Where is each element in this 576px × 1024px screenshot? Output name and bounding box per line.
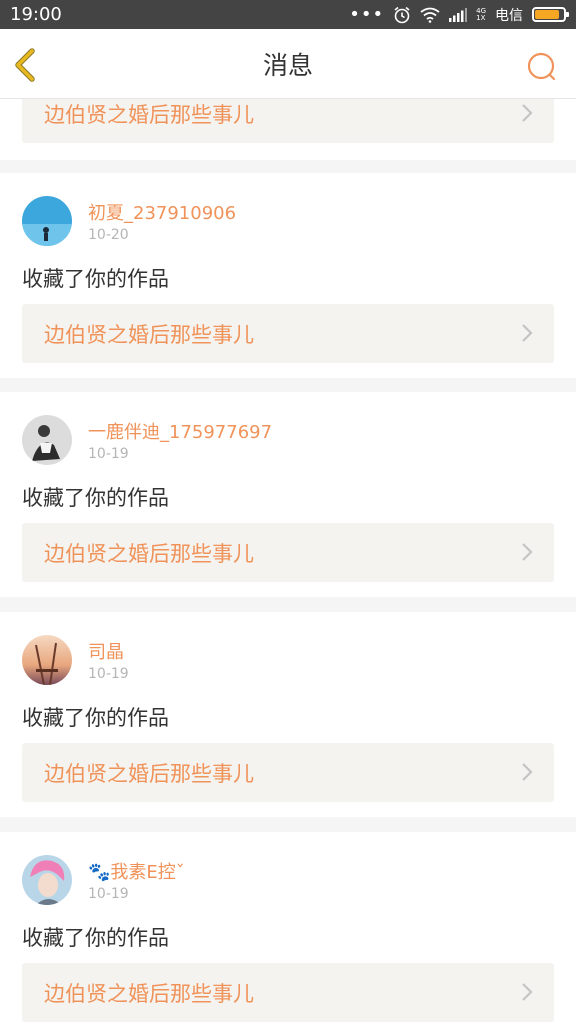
action-text: 收藏了你的作品: [22, 267, 169, 291]
notification-card-partial: 边伯贤之婚后那些事儿: [0, 99, 576, 160]
network-type-bottom: 1X: [476, 13, 486, 22]
network-type-label: 4G 1X: [476, 7, 486, 22]
work-title: 边伯贤之婚后那些事儿: [44, 102, 254, 127]
battery-icon: [532, 7, 569, 22]
chevron-right-icon: [522, 104, 533, 122]
work-link[interactable]: 边伯贤之婚后那些事儿: [22, 304, 554, 363]
work-title: 边伯贤之婚后那些事儿: [44, 981, 254, 1006]
work-link[interactable]: 边伯贤之婚后那些事儿: [22, 963, 554, 1022]
work-title: 边伯贤之婚后那些事儿: [44, 541, 254, 566]
notification-card: 初夏_237910906 10-20 收藏了你的作品 边伯贤之婚后那些事儿: [0, 173, 576, 378]
notification-card: 一鹿伴迪_175977697 10-19 收藏了你的作品 边伯贤之婚后那些事儿: [0, 392, 576, 597]
work-title: 边伯贤之婚后那些事儿: [44, 761, 254, 786]
chevron-right-icon: [522, 983, 533, 1001]
wifi-icon: [420, 7, 440, 23]
signal-icon: [449, 7, 468, 22]
page-title: 消息: [262, 50, 313, 80]
avatar[interactable]: [22, 635, 72, 685]
date: 10-19: [88, 666, 129, 682]
status-bar: 19:00 ••• 4G 1X 电信: [0, 0, 576, 29]
notification-card: 司晶 10-19 收藏了你的作品 边伯贤之婚后那些事儿: [0, 612, 576, 817]
action-text: 收藏了你的作品: [22, 926, 169, 950]
avatar[interactable]: [22, 415, 72, 465]
app-header: 消息: [0, 29, 576, 99]
more-dots-icon: •••: [349, 3, 385, 25]
work-title: 边伯贤之婚后那些事儿: [44, 322, 254, 347]
carrier-label: 电信: [495, 7, 523, 24]
date: 10-20: [88, 227, 129, 243]
username[interactable]: 初夏_237910906: [88, 199, 236, 225]
status-time: 19:00: [10, 4, 62, 25]
action-text: 收藏了你的作品: [22, 706, 169, 730]
username[interactable]: 一鹿伴迪_175977697: [88, 418, 272, 444]
date: 10-19: [88, 886, 129, 902]
username[interactable]: 司晶: [88, 638, 124, 664]
message-list: 边伯贤之婚后那些事儿 初夏_237910906 10-20 收藏了你的作品 边伯…: [0, 99, 576, 1024]
date: 10-19: [88, 446, 129, 462]
chevron-right-icon: [522, 543, 533, 561]
work-link[interactable]: 边伯贤之婚后那些事儿: [22, 523, 554, 582]
battery-level: [535, 10, 559, 19]
notification-card: 🐾我素E控ˇ 10-19 收藏了你的作品 边伯贤之婚后那些事儿: [0, 832, 576, 1024]
chevron-right-icon: [522, 763, 533, 781]
work-link[interactable]: 边伯贤之婚后那些事儿: [22, 743, 554, 802]
search-icon[interactable]: [526, 51, 558, 83]
back-chevron-icon[interactable]: [10, 47, 46, 83]
status-icons: ••• 4G 1X 电信: [349, 3, 569, 25]
username[interactable]: 🐾我素E控ˇ: [88, 858, 185, 884]
work-link[interactable]: 边伯贤之婚后那些事儿: [22, 99, 554, 143]
alarm-clock-icon: [394, 6, 410, 23]
avatar[interactable]: [22, 196, 72, 246]
avatar[interactable]: [22, 855, 72, 905]
chevron-right-icon: [522, 324, 533, 342]
action-text: 收藏了你的作品: [22, 486, 169, 510]
